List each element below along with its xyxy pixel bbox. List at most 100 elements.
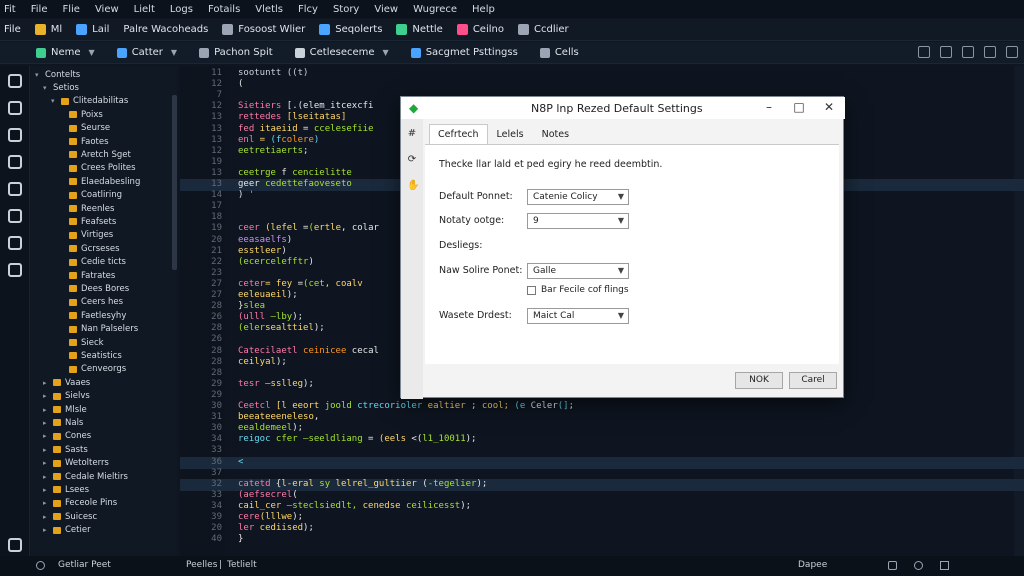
chevron-right-icon[interactable]: ▸ bbox=[43, 406, 50, 414]
settings-icon[interactable] bbox=[918, 46, 930, 58]
status-mid1[interactable]: Peelles bbox=[186, 560, 217, 570]
menu-item[interactable]: File bbox=[31, 4, 48, 15]
toolbar2-button[interactable]: Cells bbox=[539, 47, 579, 58]
tree-item[interactable]: Coatliring bbox=[59, 189, 122, 202]
panel-icon[interactable] bbox=[984, 46, 996, 58]
extensions-icon[interactable] bbox=[7, 182, 22, 196]
new-source-select[interactable]: Galle ▼ bbox=[527, 263, 629, 279]
toolbar2-button[interactable]: Pachon Spit bbox=[199, 47, 273, 58]
window-icon[interactable] bbox=[940, 46, 952, 58]
tree-item[interactable]: Cedie ticts bbox=[59, 256, 126, 269]
menu-item[interactable]: Vletls bbox=[255, 4, 283, 15]
tree-item[interactable]: Virtiges bbox=[59, 229, 113, 242]
hash-icon[interactable]: # bbox=[407, 129, 417, 139]
split-icon[interactable] bbox=[1006, 46, 1018, 58]
ok-button[interactable]: NOK bbox=[735, 372, 783, 389]
status-right-label[interactable]: Dapee bbox=[798, 560, 827, 570]
tree-item[interactable]: ▸ Nals bbox=[43, 416, 83, 429]
waste-order-select[interactable]: Maict Cal ▼ bbox=[527, 308, 629, 324]
menu-item[interactable]: Lielt bbox=[134, 4, 155, 15]
chevron-right-icon[interactable]: ▸ bbox=[43, 379, 50, 387]
tree-item[interactable]: ▸ Wetolterrs bbox=[43, 457, 109, 470]
maximize-icon[interactable]: □ bbox=[791, 100, 807, 114]
brush-icon[interactable] bbox=[7, 263, 22, 277]
tree-item[interactable]: ▸ Suicesc bbox=[43, 510, 97, 523]
tree-item[interactable]: ▸ Mlsle bbox=[43, 403, 87, 416]
tree-item[interactable]: Seurse bbox=[59, 122, 110, 135]
debug-icon[interactable] bbox=[7, 155, 22, 169]
tree-item[interactable]: Dees Bores bbox=[59, 282, 129, 295]
tree-item[interactable]: Nan Palselers bbox=[59, 323, 138, 336]
toolbar2-button[interactable]: Cetleseceme ▼ bbox=[294, 47, 389, 58]
book-icon[interactable] bbox=[7, 236, 22, 250]
menu-item[interactable]: Logs bbox=[170, 4, 193, 15]
tree-item[interactable]: Reenles bbox=[59, 202, 114, 215]
toolbar2-button[interactable]: Neme ▼ bbox=[36, 47, 95, 58]
bell-icon[interactable] bbox=[888, 561, 897, 570]
cancel-button[interactable]: Carel bbox=[789, 372, 837, 389]
tree-item[interactable]: Faotes bbox=[59, 135, 109, 148]
tree-item[interactable]: Sieck bbox=[59, 336, 104, 349]
chevron-right-icon[interactable]: ▸ bbox=[43, 432, 50, 440]
menu-item[interactable]: Fotails bbox=[208, 4, 240, 15]
hand-icon[interactable]: ✋ bbox=[407, 181, 419, 191]
tree-item[interactable]: ▸ Cones bbox=[43, 430, 91, 443]
tree-item[interactable]: ▾ Setios bbox=[43, 81, 79, 94]
tree-item[interactable]: Fatrates bbox=[59, 269, 115, 282]
default-format-select[interactable]: Catenie Colicy ▼ bbox=[527, 189, 629, 205]
toolbar-button[interactable]: Ml bbox=[34, 24, 62, 35]
menu-item[interactable]: Flcy bbox=[298, 4, 318, 15]
tree-item[interactable]: ▾ Clitedabilitas bbox=[51, 95, 128, 108]
toolbar-button[interactable]: File bbox=[4, 24, 21, 35]
toolbar2-button[interactable]: Catter ▼ bbox=[116, 47, 177, 58]
menu-item[interactable]: Fit bbox=[4, 4, 16, 15]
chevron-right-icon[interactable]: ▸ bbox=[43, 486, 50, 494]
chevron-right-icon[interactable]: ▸ bbox=[43, 513, 50, 521]
toolbar-button[interactable]: Lail bbox=[76, 24, 109, 35]
close-icon[interactable]: ✕ bbox=[821, 100, 837, 114]
chevron-right-icon[interactable]: ▸ bbox=[43, 419, 50, 427]
chevron-right-icon[interactable]: ▸ bbox=[43, 499, 50, 507]
chevron-down-icon[interactable]: ▾ bbox=[35, 71, 42, 79]
layout-icon[interactable] bbox=[962, 46, 974, 58]
tree-item[interactable]: ▸ Cetier bbox=[43, 524, 91, 537]
explorer-scrollbar[interactable] bbox=[172, 95, 177, 270]
chevron-right-icon[interactable]: ▸ bbox=[43, 459, 50, 467]
menu-item[interactable]: Wugrece bbox=[413, 4, 457, 15]
menu-item[interactable]: View bbox=[95, 4, 119, 15]
tree-item[interactable]: ▸ Vaaes bbox=[43, 376, 90, 389]
tree-item[interactable]: ▸ Sasts bbox=[43, 443, 88, 456]
tree-item[interactable]: Gcrseses bbox=[59, 242, 120, 255]
dialog-titlebar[interactable]: ◆ N8P lnp Rezed Default Settings – □ ✕ bbox=[401, 97, 845, 119]
chevron-right-icon[interactable]: ▸ bbox=[43, 446, 50, 454]
menu-item[interactable]: View bbox=[374, 4, 398, 15]
toolbar2-button[interactable]: Sacgmet Psttingss bbox=[410, 47, 518, 58]
terminal-icon[interactable] bbox=[7, 209, 22, 223]
tab-notes[interactable]: Notes bbox=[533, 124, 578, 144]
option-checkbox[interactable]: Bar Fecile cof flings bbox=[527, 285, 629, 295]
toolbar-button[interactable]: Seqolerts bbox=[319, 24, 382, 35]
chevron-right-icon[interactable]: ▸ bbox=[43, 473, 50, 481]
tree-item[interactable]: Seatistics bbox=[59, 349, 122, 362]
tree-item[interactable]: Elaedabesling bbox=[59, 175, 140, 188]
tree-item[interactable]: ▾ Contelts bbox=[35, 68, 80, 81]
tree-item[interactable]: ▸ Cedale Mieltirs bbox=[43, 470, 128, 483]
sync-icon[interactable] bbox=[914, 561, 923, 570]
menu-item[interactable]: Flie bbox=[62, 4, 79, 15]
tab-labels[interactable]: Lelels bbox=[488, 124, 533, 144]
tree-item[interactable]: ▸ Sielvs bbox=[43, 390, 90, 403]
search-icon[interactable] bbox=[7, 128, 22, 142]
tree-item[interactable]: Faetlesyhy bbox=[59, 309, 126, 322]
tree-item[interactable]: Feafsets bbox=[59, 215, 116, 228]
chevron-right-icon[interactable]: ▸ bbox=[43, 526, 50, 534]
tree-item[interactable]: Poixs bbox=[59, 108, 103, 121]
refresh-icon[interactable]: ⟳ bbox=[407, 155, 417, 165]
toolbar-button[interactable]: Ceilno bbox=[456, 24, 504, 35]
tree-item[interactable]: ▸ Lsees bbox=[43, 483, 89, 496]
tree-item[interactable]: Aretch Sget bbox=[59, 148, 131, 161]
source-control-icon[interactable] bbox=[7, 101, 22, 115]
chevron-down-icon[interactable]: ▾ bbox=[51, 97, 58, 105]
minimize-icon[interactable]: – bbox=[761, 100, 777, 114]
status-left-label[interactable]: Getliar Peet bbox=[58, 560, 111, 570]
feedback-icon[interactable] bbox=[940, 561, 949, 570]
